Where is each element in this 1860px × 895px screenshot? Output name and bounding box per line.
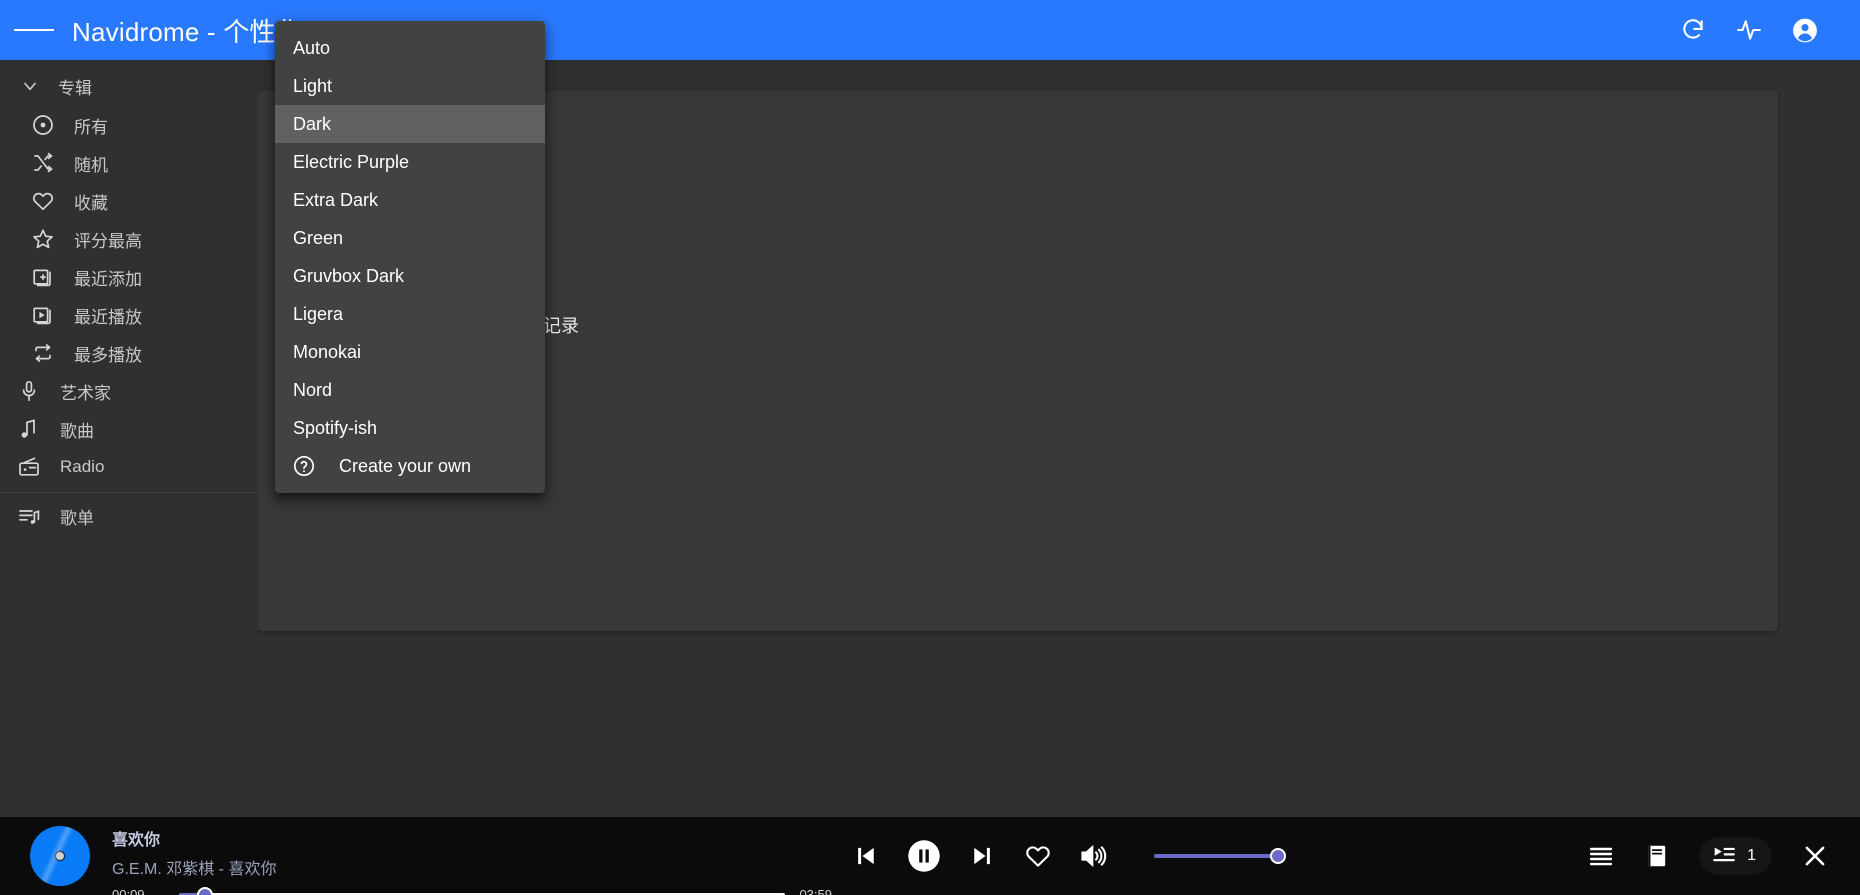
sidebar-item-radio[interactable]: Radio xyxy=(0,448,258,486)
queue-lines-icon[interactable] xyxy=(1587,842,1615,870)
player-right-controls: 1 xyxy=(1587,837,1830,875)
menu-item-label: Create your own xyxy=(339,455,472,476)
menu-item-label: Gruvbox Dark xyxy=(293,265,405,286)
sidebar-item-songs[interactable]: 歌曲 xyxy=(0,410,258,448)
lyrics-book-icon[interactable] xyxy=(1643,842,1671,870)
sidebar-item-label: 歌曲 xyxy=(60,421,94,441)
track-title: 喜欢你 xyxy=(112,832,161,849)
playlist-count-button[interactable]: 1 xyxy=(1699,837,1772,875)
menu-item-gruvbox-dark[interactable]: Gruvbox Dark xyxy=(275,257,545,295)
sidebar-item-favorites[interactable]: 收藏 xyxy=(0,182,258,220)
hamburger-icon[interactable] xyxy=(14,10,54,50)
sidebar: 专辑 所有 随机 收藏 评分最高 最近添加 最近播放 最多播放 艺术家 歌曲 R… xyxy=(0,60,258,895)
player-bar: 喜欢你 G.E.M. 邓紫棋 - 喜欢你 00:09 03:59 1 xyxy=(0,817,1860,895)
play-library-icon xyxy=(30,302,56,328)
radio-icon xyxy=(16,454,42,480)
sidebar-item-label: 最近播放 xyxy=(74,307,142,327)
refresh-icon[interactable] xyxy=(1680,17,1706,43)
sidebar-item-artists[interactable]: 艺术家 xyxy=(0,372,258,410)
sidebar-item-random[interactable]: 随机 xyxy=(0,144,258,182)
sidebar-item-label: 所有 xyxy=(74,117,108,137)
menu-item-nord[interactable]: Nord xyxy=(275,371,545,409)
header-actions xyxy=(1680,17,1818,43)
sidebar-divider xyxy=(0,492,258,493)
star-icon xyxy=(30,226,56,252)
heart-icon xyxy=(30,188,56,214)
playlist-play-icon xyxy=(1713,847,1735,862)
sidebar-group-label: 专辑 xyxy=(58,78,92,98)
menu-item-label: Ligera xyxy=(293,303,344,324)
menu-item-label: Light xyxy=(293,75,333,96)
sidebar-item-label: Radio xyxy=(60,457,105,476)
sidebar-item-label: 歌单 xyxy=(60,508,94,528)
track-info: 喜欢你 G.E.M. 邓紫棋 - 喜欢你 00:09 03:59 xyxy=(112,824,832,895)
menu-item-label: Dark xyxy=(293,113,332,134)
favorite-heart-icon[interactable] xyxy=(1024,842,1052,870)
activity-icon[interactable] xyxy=(1736,17,1762,43)
sidebar-item-label: 收藏 xyxy=(74,193,108,213)
menu-item-label: Extra Dark xyxy=(293,189,379,210)
theme-select-menu[interactable]: Auto Light Dark Electric Purple Extra Da… xyxy=(275,21,545,493)
seek-thumb[interactable] xyxy=(196,886,213,895)
account-icon[interactable] xyxy=(1792,17,1818,43)
menu-item-label: Nord xyxy=(293,379,333,400)
sidebar-item-most-played[interactable]: 最多播放 xyxy=(0,334,258,372)
menu-item-light[interactable]: Light xyxy=(275,67,545,105)
navidrome-app: Navidrome - 个性化 专辑 所有 随机 收藏 评分最高 最近添加 最近… xyxy=(0,0,1860,895)
duration: 03:59 xyxy=(799,887,832,895)
track-artist-album: G.E.M. 邓紫棋 - 喜欢你 xyxy=(112,861,277,878)
skip-previous-icon[interactable] xyxy=(850,841,880,871)
sidebar-item-top-rated[interactable]: 评分最高 xyxy=(0,220,258,258)
menu-item-label: Green xyxy=(293,227,344,248)
menu-item-extra-dark[interactable]: Extra Dark xyxy=(275,181,545,219)
pause-circle-icon[interactable] xyxy=(906,838,942,874)
menu-item-green[interactable]: Green xyxy=(275,219,545,257)
sidebar-item-recently-played[interactable]: 最近播放 xyxy=(0,296,258,334)
sidebar-item-recently-added[interactable]: 最近添加 xyxy=(0,258,258,296)
chevron-down-icon xyxy=(18,74,42,98)
skip-next-icon[interactable] xyxy=(968,841,998,871)
sidebar-item-label: 评分最高 xyxy=(74,231,142,251)
sidebar-item-label: 艺术家 xyxy=(60,383,111,403)
sidebar-item-playlists[interactable]: 歌单 xyxy=(0,497,258,535)
queue-count: 1 xyxy=(1747,847,1756,864)
menu-item-label: Monokai xyxy=(293,341,362,362)
page-title: Navidrome - 个性化 xyxy=(72,16,302,47)
sidebar-item-all-albums[interactable]: 所有 xyxy=(0,106,258,144)
volume-up-icon[interactable] xyxy=(1078,841,1108,871)
progress-area: 00:09 03:59 xyxy=(112,886,832,895)
repeat-icon xyxy=(30,340,56,366)
album-art[interactable] xyxy=(30,826,90,886)
menu-item-ligera[interactable]: Ligera xyxy=(275,295,545,333)
shuffle-icon xyxy=(30,150,56,176)
sidebar-group-albums[interactable]: 专辑 xyxy=(0,66,258,106)
help-circle-icon xyxy=(291,453,317,479)
current-time: 00:09 xyxy=(112,887,145,895)
menu-item-monokai[interactable]: Monokai xyxy=(275,333,545,371)
close-icon[interactable] xyxy=(1800,841,1830,871)
playlist-icon xyxy=(16,503,42,529)
menu-item-label: Auto xyxy=(293,37,331,58)
sidebar-item-label: 最多播放 xyxy=(74,345,142,365)
menu-item-auto[interactable]: Auto xyxy=(275,29,545,67)
sidebar-item-label: 最近添加 xyxy=(74,269,142,289)
menu-item-spotify-ish[interactable]: Spotify-ish xyxy=(275,409,545,447)
transport-controls xyxy=(850,838,1286,874)
album-art-gleam xyxy=(30,826,90,886)
add-library-icon xyxy=(30,264,56,290)
volume-thumb[interactable] xyxy=(1270,848,1286,864)
sidebar-item-label: 随机 xyxy=(74,155,108,175)
music-note-icon xyxy=(16,416,42,442)
disc-icon xyxy=(30,112,56,138)
menu-item-label: Electric Purple xyxy=(293,151,410,172)
menu-item-create-your-own[interactable]: Create your own xyxy=(275,447,545,485)
volume-slider[interactable] xyxy=(1154,848,1286,864)
menu-item-dark[interactable]: Dark xyxy=(275,105,545,143)
microphone-icon xyxy=(16,378,42,404)
menu-item-electric-purple[interactable]: Electric Purple xyxy=(275,143,545,181)
menu-item-label: Spotify-ish xyxy=(293,417,378,438)
